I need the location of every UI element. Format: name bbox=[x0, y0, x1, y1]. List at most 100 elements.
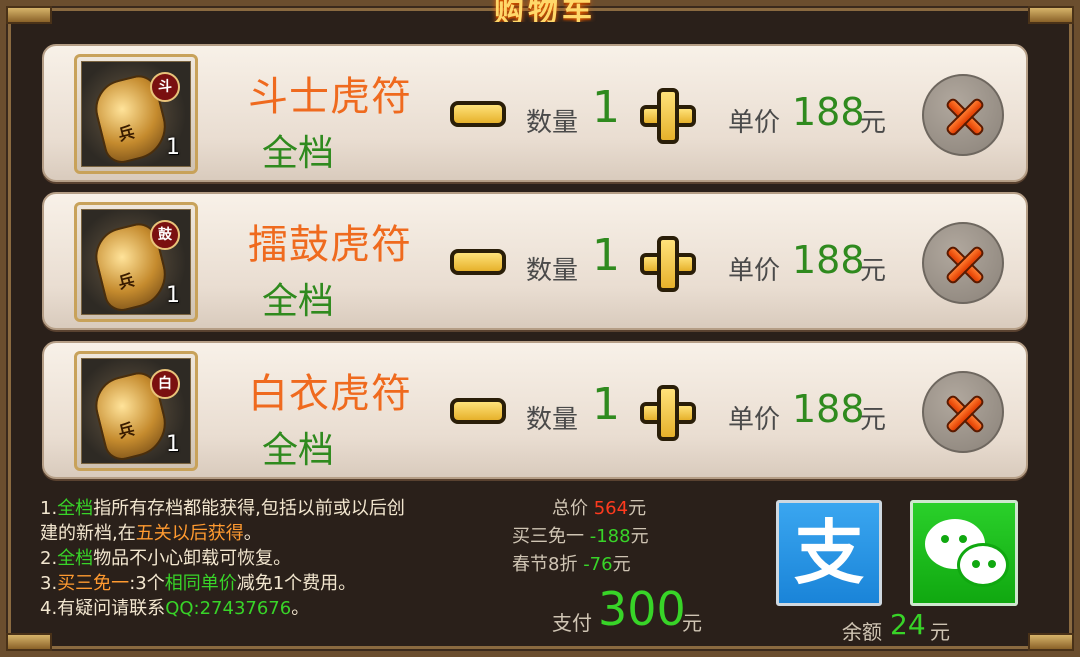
item-icon-slot[interactable]: 兵 斗 1 bbox=[74, 54, 198, 174]
wechat-pay-button[interactable] bbox=[910, 500, 1018, 606]
note-highlight: 全档 bbox=[57, 498, 94, 519]
increase-qty-button[interactable] bbox=[640, 236, 696, 292]
note-line: 4.有疑问请联系QQ:27437676。 bbox=[40, 596, 460, 621]
remove-item-button[interactable] bbox=[922, 74, 1004, 156]
item-seal-badge: 斗 bbox=[150, 72, 180, 102]
note-line: 3.买三免一:3个相同单价减免1个费用。 bbox=[40, 571, 460, 596]
note-highlight: QQ:27437676 bbox=[165, 598, 292, 619]
total-price-row: 总价 564元 bbox=[552, 494, 646, 520]
item-seal-badge: 白 bbox=[150, 369, 180, 399]
note-text: 建的新档,在 bbox=[40, 523, 136, 544]
decrease-qty-button[interactable] bbox=[450, 249, 506, 275]
wechat-icon-dot bbox=[972, 560, 980, 568]
frame-corner bbox=[6, 6, 52, 24]
increase-qty-button[interactable] bbox=[640, 385, 696, 441]
unit-price-label: 单价 bbox=[728, 256, 781, 286]
item-tag: 全档 bbox=[262, 133, 335, 174]
discount-unit: 元 bbox=[630, 526, 649, 547]
cart-item-row: 兵 鼓 1 擂鼓虎符 全档 数量 1 单价 188 元 bbox=[42, 192, 1028, 330]
total-value: 564 bbox=[593, 498, 629, 519]
item-count-badge: 1 bbox=[166, 135, 180, 160]
wechat-icon bbox=[957, 543, 1009, 587]
festival-label: 春节8折 bbox=[512, 554, 578, 575]
festival-value: -76 bbox=[583, 554, 613, 575]
note-text: 4.有疑问请联系 bbox=[40, 598, 166, 619]
unit-price-currency: 元 bbox=[860, 108, 887, 138]
note-text: 。 bbox=[243, 523, 262, 544]
festival-discount-row: 春节8折 -76元 bbox=[512, 550, 631, 576]
item-icon-bg: 兵 白 1 bbox=[81, 358, 191, 464]
plus-icon bbox=[657, 385, 679, 441]
pay-amount: 300 bbox=[598, 582, 686, 636]
note-highlight: 五关以后获得 bbox=[135, 523, 244, 544]
increase-qty-button[interactable] bbox=[640, 88, 696, 144]
note-text: 2. bbox=[40, 548, 58, 569]
item-icon-slot[interactable]: 兵 鼓 1 bbox=[74, 202, 198, 322]
discount-label: 买三免一 bbox=[512, 526, 584, 547]
item-count-badge: 1 bbox=[166, 283, 180, 308]
item-seal-badge: 鼓 bbox=[150, 220, 180, 250]
plus-icon bbox=[657, 88, 679, 144]
item-name: 白衣虎符 bbox=[248, 371, 412, 417]
qty-value: 1 bbox=[592, 230, 620, 281]
note-line: 建的新档,在五关以后获得。 bbox=[40, 521, 460, 546]
discount-value: -188 bbox=[589, 526, 631, 547]
item-tag: 全档 bbox=[262, 281, 335, 322]
item-count-badge: 1 bbox=[166, 432, 180, 457]
unit-price-value: 188 bbox=[792, 238, 865, 282]
unit-price-currency: 元 bbox=[860, 405, 887, 435]
decrease-qty-button[interactable] bbox=[450, 398, 506, 424]
note-highlight: 相同单价 bbox=[164, 573, 237, 594]
item-name: 擂鼓虎符 bbox=[248, 222, 412, 268]
unit-price-label: 单价 bbox=[728, 405, 781, 435]
note-text: 3. bbox=[40, 573, 58, 594]
pay-label: 支付 bbox=[552, 611, 592, 635]
note-text: 减免1个费用。 bbox=[236, 573, 357, 594]
frame-corner bbox=[6, 633, 52, 651]
balance-label: 余额 bbox=[842, 620, 882, 644]
qty-label: 数量 bbox=[526, 256, 579, 286]
festival-unit: 元 bbox=[612, 554, 631, 575]
purchase-notes: 1.全档指所有存档都能获得,包括以前或以后创 建的新档,在五关以后获得。 2.全… bbox=[40, 496, 460, 621]
pay-unit: 元 bbox=[682, 611, 702, 635]
note-line: 2.全档物品不小心卸载可恢复。 bbox=[40, 546, 460, 571]
item-name: 斗士虎符 bbox=[248, 74, 412, 120]
note-text: 1. bbox=[40, 498, 58, 519]
frame-corner bbox=[1028, 633, 1074, 651]
cart-item-row: 兵 斗 1 斗士虎符 全档 数量 1 单价 188 元 bbox=[42, 44, 1028, 182]
balance-unit: 元 bbox=[930, 620, 950, 644]
wechat-icon-dot bbox=[988, 560, 996, 568]
unit-price-value: 188 bbox=[792, 90, 865, 134]
discount-row: 买三免一 -188元 bbox=[512, 522, 649, 548]
alipay-icon: 支 bbox=[794, 512, 864, 594]
note-text: :3个 bbox=[129, 573, 165, 594]
note-highlight: 全档 bbox=[57, 548, 94, 569]
wechat-icon-dot bbox=[941, 535, 949, 543]
note-text: 物品不小心卸载可恢复。 bbox=[93, 548, 292, 569]
qty-value: 1 bbox=[592, 379, 620, 430]
note-text: 指所有存档都能获得,包括以前或以后创 bbox=[93, 498, 405, 519]
note-highlight: 买三免一 bbox=[57, 573, 130, 594]
unit-price-currency: 元 bbox=[860, 256, 887, 286]
plus-icon bbox=[657, 236, 679, 292]
item-icon-bg: 兵 斗 1 bbox=[81, 61, 191, 167]
decrease-qty-button[interactable] bbox=[450, 101, 506, 127]
qty-label: 数量 bbox=[526, 108, 579, 138]
unit-price-value: 188 bbox=[792, 387, 865, 431]
frame-corner bbox=[1028, 6, 1074, 24]
note-line: 1.全档指所有存档都能获得,包括以前或以后创 bbox=[40, 496, 460, 521]
total-label: 总价 bbox=[552, 498, 588, 519]
balance-value: 24 bbox=[890, 608, 926, 641]
remove-item-button[interactable] bbox=[922, 371, 1004, 453]
unit-price-label: 单价 bbox=[728, 108, 781, 138]
remove-item-button[interactable] bbox=[922, 222, 1004, 304]
qty-value: 1 bbox=[592, 82, 620, 133]
qty-label: 数量 bbox=[526, 405, 579, 435]
cart-item-row: 兵 白 1 白衣虎符 全档 数量 1 单价 188 元 bbox=[42, 341, 1028, 479]
wechat-icon-dot bbox=[959, 535, 967, 543]
note-text: 。 bbox=[291, 598, 310, 619]
total-unit: 元 bbox=[628, 498, 647, 519]
alipay-button[interactable]: 支 bbox=[776, 500, 882, 606]
item-icon-slot[interactable]: 兵 白 1 bbox=[74, 351, 198, 471]
item-icon-bg: 兵 鼓 1 bbox=[81, 209, 191, 315]
